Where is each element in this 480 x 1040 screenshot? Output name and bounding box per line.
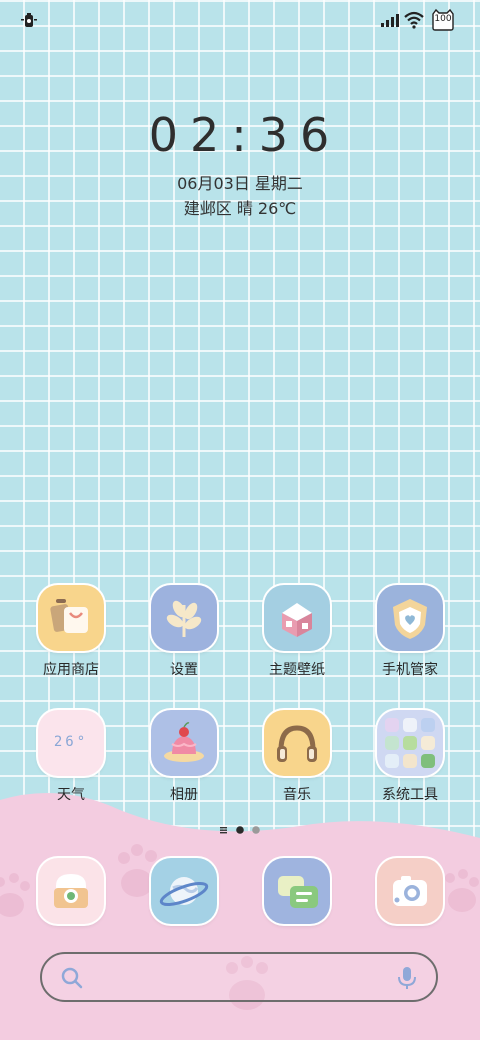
cellular-signal-icon bbox=[381, 14, 399, 27]
messages-icon bbox=[264, 858, 330, 924]
wifi-icon bbox=[404, 11, 424, 29]
page-dot-active[interactable] bbox=[236, 826, 244, 834]
weather-app[interactable]: 26° 天气 bbox=[21, 710, 121, 804]
phone-manager-icon bbox=[377, 585, 443, 651]
music-app[interactable]: 音乐 bbox=[247, 710, 347, 804]
app-label: 相册 bbox=[170, 787, 198, 803]
search-bar[interactable] bbox=[40, 952, 438, 1002]
status-bar: 100 bbox=[0, 0, 480, 40]
mic-icon[interactable] bbox=[396, 965, 418, 991]
settings-icon bbox=[151, 585, 217, 651]
weather-icon: 26° bbox=[38, 710, 104, 776]
gallery-icon bbox=[151, 710, 217, 776]
app-label: 音乐 bbox=[283, 787, 311, 803]
settings-app[interactable]: 设置 bbox=[134, 585, 234, 679]
app-label: 天气 bbox=[57, 787, 85, 803]
system-tools-folder[interactable]: 系统工具 bbox=[360, 710, 460, 804]
menu-lines-icon bbox=[220, 827, 227, 834]
music-icon bbox=[264, 710, 330, 776]
messages-app[interactable] bbox=[264, 858, 332, 926]
camera2-app[interactable] bbox=[377, 858, 445, 926]
clock-time[interactable]: 02:36 bbox=[0, 108, 480, 162]
camera2-icon bbox=[377, 858, 443, 924]
app-label: 设置 bbox=[170, 662, 198, 678]
page-indicator[interactable] bbox=[218, 824, 268, 836]
gallery-app[interactable]: 相册 bbox=[134, 710, 234, 804]
app-label: 系统工具 bbox=[382, 787, 438, 803]
search-icon[interactable] bbox=[60, 966, 84, 990]
date-text: 06月03日 星期二 bbox=[177, 174, 303, 193]
system-tools-folder-icon bbox=[377, 710, 443, 776]
app-store-app[interactable]: 应用商店 bbox=[21, 585, 121, 679]
themes-app[interactable]: 主题壁纸 bbox=[247, 585, 347, 679]
battery-level-text: 100 bbox=[434, 14, 452, 24]
page-dot[interactable] bbox=[252, 826, 260, 834]
browser-icon bbox=[151, 858, 217, 924]
themes-icon bbox=[264, 585, 330, 651]
app-label: 手机管家 bbox=[382, 662, 438, 678]
camera-app[interactable] bbox=[38, 858, 106, 926]
notification-app-icon bbox=[21, 13, 37, 27]
phone-manager-app[interactable]: 手机管家 bbox=[360, 585, 460, 679]
app-label: 主题壁纸 bbox=[269, 662, 325, 678]
browser-app[interactable] bbox=[151, 858, 219, 926]
app-label: 应用商店 bbox=[43, 662, 99, 678]
weather-text[interactable]: 建邺区 晴 26℃ bbox=[0, 195, 480, 219]
weather-widget-text: 26° bbox=[53, 734, 89, 750]
app-store-icon bbox=[38, 585, 104, 651]
camera-icon bbox=[38, 858, 104, 924]
